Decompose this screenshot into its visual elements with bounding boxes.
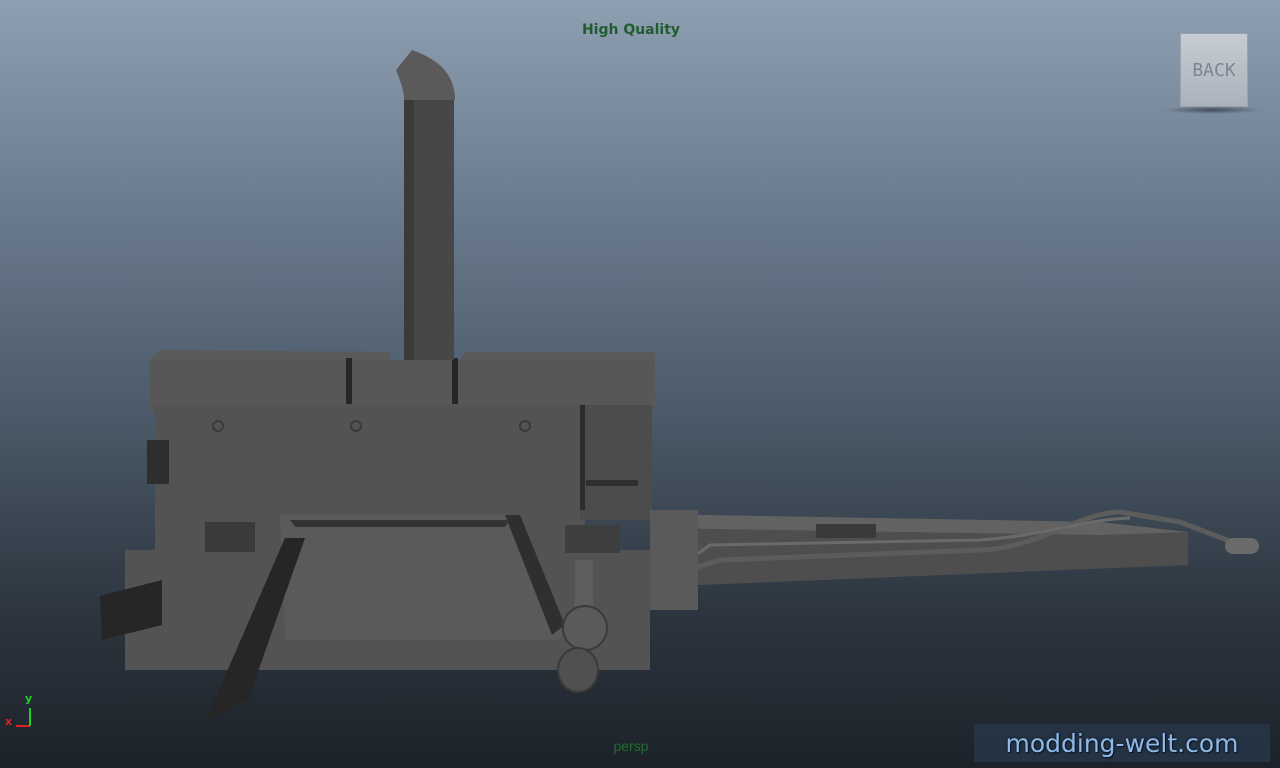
y-axis-label: y bbox=[25, 692, 32, 705]
3d-viewport[interactable]: High Quality BACK x y persp modding-welt… bbox=[0, 0, 1280, 768]
renderer-quality-label: High Quality bbox=[581, 22, 681, 38]
back-button[interactable]: BACK bbox=[1180, 33, 1248, 107]
watermark: modding-welt.com bbox=[974, 724, 1270, 762]
back-button-shadow bbox=[1162, 106, 1262, 114]
trailer-3d-model bbox=[100, 50, 1259, 722]
back-button-label: BACK bbox=[1192, 59, 1236, 81]
x-axis-label: x bbox=[5, 715, 12, 728]
watermark-text: modding-welt.com bbox=[1005, 728, 1239, 758]
axis-gizmo: x y bbox=[5, 692, 32, 728]
